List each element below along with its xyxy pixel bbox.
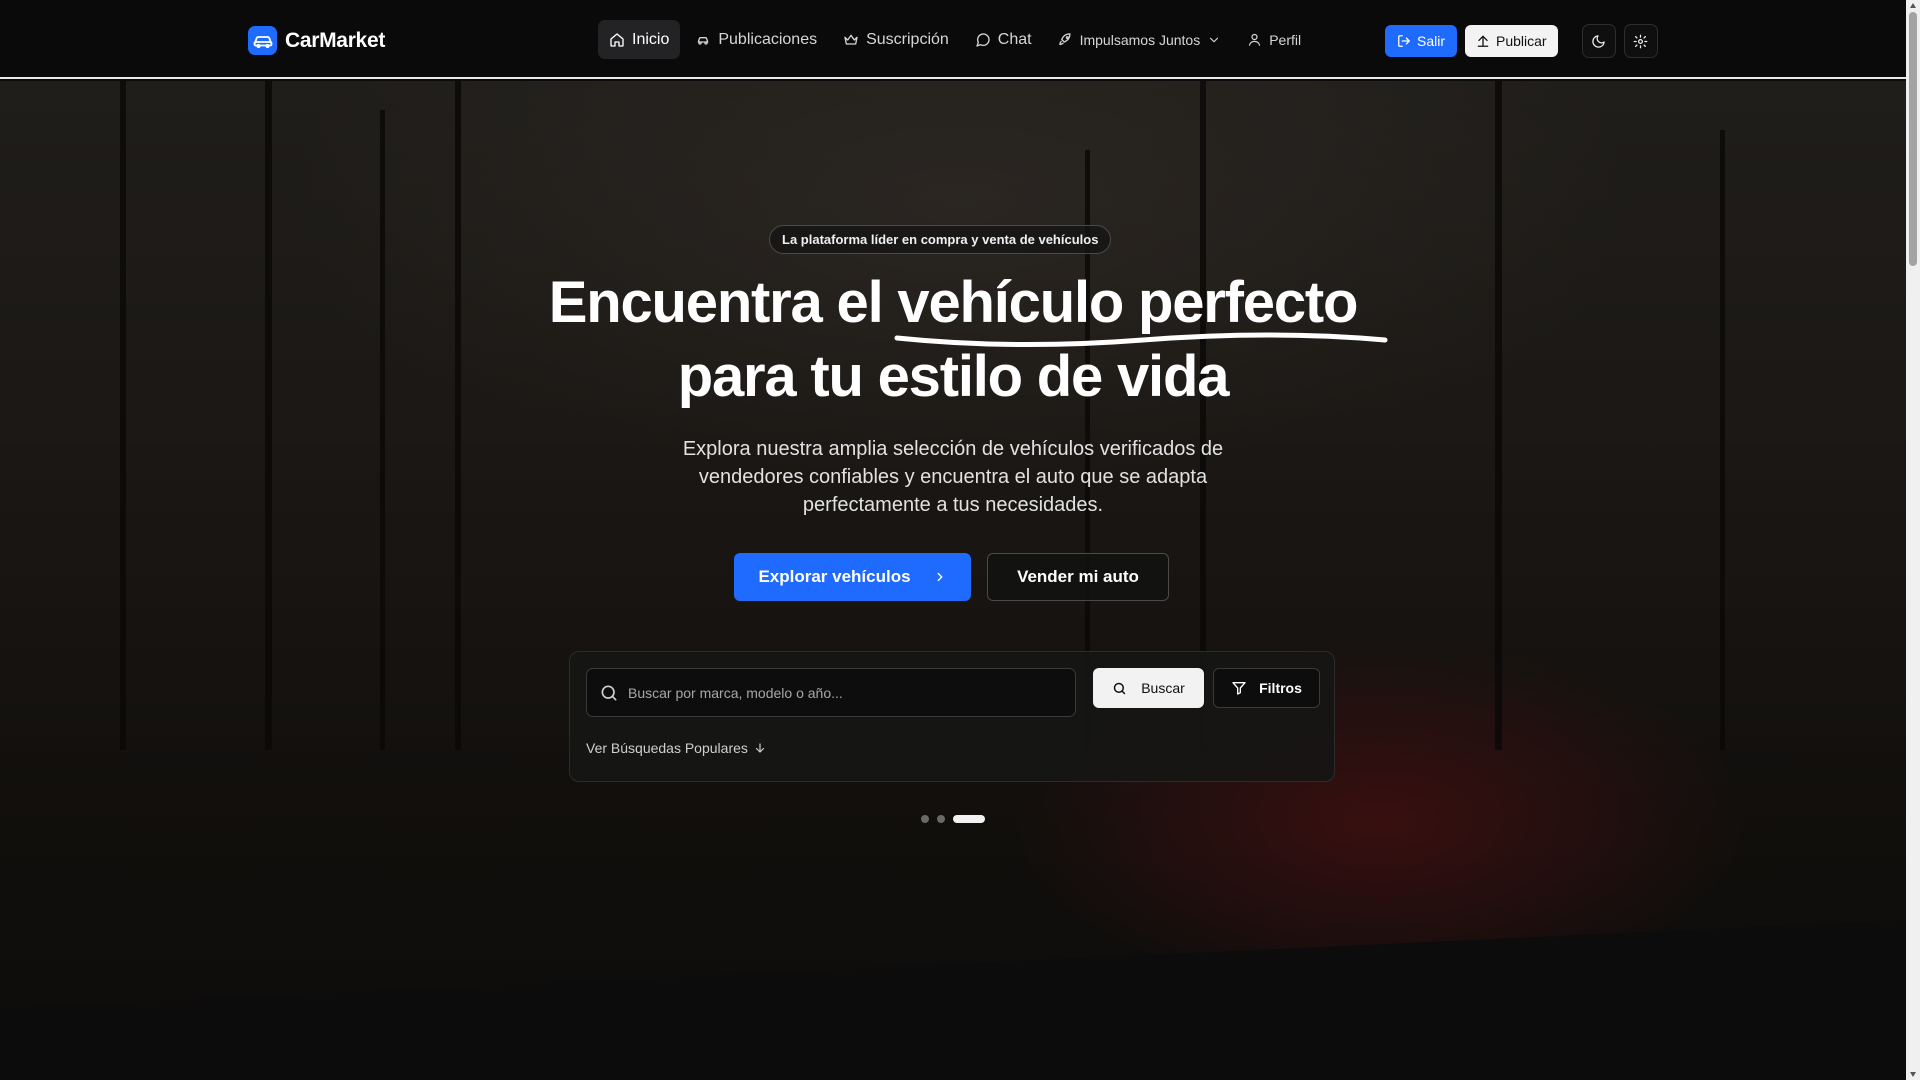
car-icon — [698, 36, 709, 45]
logout-icon — [1398, 35, 1410, 47]
nav-item-chat[interactable]: Chat — [964, 20, 1043, 59]
nav-label: Perfil — [1269, 31, 1302, 48]
hero-subtitle: Explora nuestra amplia selección de vehí… — [682, 438, 1224, 516]
hero-cta-row: Explorar vehículos Vender mi auto — [734, 553, 1169, 601]
search-icon — [601, 685, 617, 700]
popular-label: Ver Búsquedas Populares — [586, 740, 748, 756]
nav-label: Impulsamos Juntos — [1079, 31, 1201, 48]
top-navbar: CarMarket Inicio Publicaciones Suscripci… — [0, 0, 1906, 79]
nav-item-inicio[interactable]: Inicio — [598, 20, 681, 59]
nav-item-perfil[interactable]: Perfil — [1236, 20, 1312, 59]
filters-button[interactable]: Filtros — [1213, 668, 1320, 708]
search-panel: Buscar Filtros Ver Búsquedas Populares — [569, 651, 1335, 782]
search-icon — [1113, 682, 1126, 694]
theme-toggle-button[interactable] — [1581, 24, 1616, 58]
arrow-down-icon — [755, 743, 764, 753]
nav-label: Suscripción — [866, 30, 949, 48]
home-icon — [610, 32, 624, 47]
hero-badge: La plataforma líder en compra y venta de… — [769, 225, 1112, 254]
car-logo-icon — [248, 26, 277, 55]
settings-button[interactable] — [1623, 24, 1658, 58]
sell-label: Vender mi auto — [1017, 567, 1139, 586]
brand-name: CarMarket — [285, 28, 386, 52]
upload-icon — [1477, 35, 1489, 47]
search-label: Buscar — [1141, 680, 1185, 696]
page-scrollbar[interactable] — [1906, 0, 1920, 1080]
user-icon — [1249, 33, 1261, 46]
rocket-icon — [1058, 33, 1071, 46]
nav-actions: Salir Publicar — [1385, 24, 1658, 58]
scroll-down-icon[interactable] — [1909, 1070, 1917, 1078]
headline-part1: Encuentra el — [548, 270, 898, 335]
logout-button[interactable]: Salir — [1385, 25, 1458, 57]
carousel-dot[interactable] — [937, 815, 945, 823]
nav-item-impulsamos-juntos[interactable]: Impulsamos Juntos — [1047, 20, 1233, 59]
search-button[interactable]: Buscar — [1093, 668, 1204, 708]
explore-label: Explorar vehículos — [758, 567, 911, 586]
popular-searches-link[interactable]: Ver Búsquedas Populares — [586, 740, 766, 756]
nav-label: Chat — [997, 30, 1032, 48]
filters-label: Filtros — [1259, 680, 1302, 696]
scroll-thumb[interactable] — [1909, 12, 1917, 266]
carousel-dot-active[interactable] — [953, 815, 985, 823]
sell-car-button[interactable]: Vender mi auto — [987, 553, 1169, 601]
nav-item-suscripcion[interactable]: Suscripción — [832, 20, 960, 59]
publish-label: Publicar — [1496, 33, 1547, 49]
search-field[interactable] — [586, 668, 1076, 717]
explore-vehicles-button[interactable]: Explorar vehículos — [734, 553, 971, 601]
hero-headline: Encuentra el vehículo perfecto para tu e… — [0, 266, 1906, 414]
logout-label: Salir — [1417, 33, 1446, 49]
carousel-indicators — [921, 815, 985, 823]
chat-icon — [976, 32, 990, 47]
scroll-up-icon[interactable] — [1909, 2, 1917, 10]
brand[interactable]: CarMarket — [248, 26, 385, 55]
crown-icon — [844, 34, 858, 45]
headline-part2: para tu estilo de vida — [677, 344, 1230, 409]
moon-icon — [1592, 34, 1605, 48]
filter-icon — [1232, 682, 1246, 695]
gear-icon — [1633, 34, 1648, 48]
chevron-right-icon — [937, 572, 943, 582]
publish-button[interactable]: Publicar — [1465, 25, 1558, 57]
headline-accent: vehículo perfecto — [894, 266, 1388, 348]
chevron-down-icon — [1210, 37, 1219, 42]
nav-item-publicaciones[interactable]: Publicaciones — [684, 20, 828, 59]
main-nav: Inicio Publicaciones Suscripción Chat Im… — [598, 20, 1312, 59]
underline-swoosh-icon — [894, 332, 1388, 348]
search-input[interactable] — [628, 684, 1068, 701]
nav-label: Publicaciones — [718, 30, 818, 48]
nav-label: Inicio — [632, 30, 670, 48]
carousel-dot[interactable] — [921, 815, 929, 823]
